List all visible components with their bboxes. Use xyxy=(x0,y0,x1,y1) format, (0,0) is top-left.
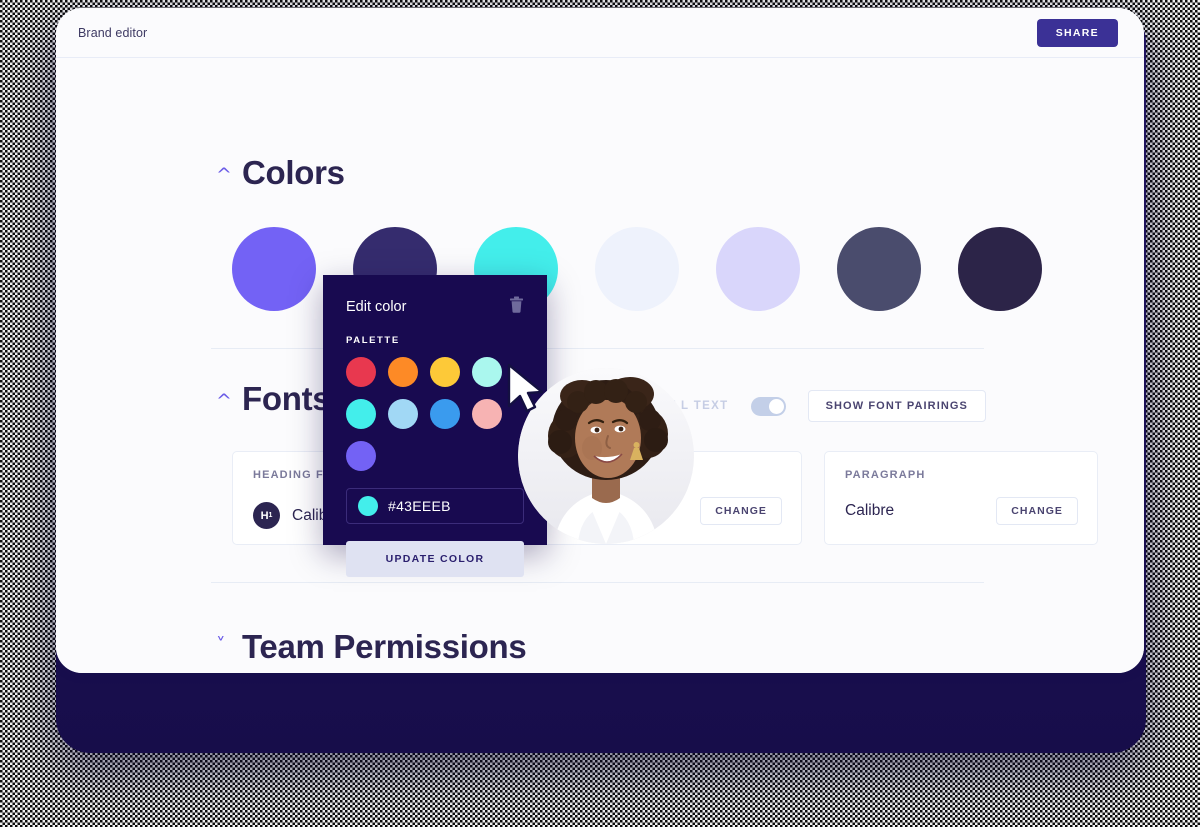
color-swatch[interactable] xyxy=(232,227,316,311)
change-subheading-font-button[interactable]: CHANGE xyxy=(700,497,782,525)
section-colors-header[interactable]: ^ Colors xyxy=(56,58,1144,192)
popup-title: Edit color xyxy=(346,299,407,315)
color-swatch[interactable] xyxy=(595,227,679,311)
popup-header: Edit color xyxy=(346,296,524,318)
palette-swatch[interactable] xyxy=(472,357,502,387)
section-team-permissions-header[interactable]: ˅ Team Permissions xyxy=(56,628,1144,666)
color-swatch[interactable] xyxy=(837,227,921,311)
chevron-up-icon[interactable]: ^ xyxy=(216,165,232,185)
page-title: Brand editor xyxy=(78,25,148,40)
palette-swatch[interactable] xyxy=(430,357,460,387)
window-topbar: Brand editor SHARE xyxy=(56,8,1144,58)
avatar-photo xyxy=(518,368,694,544)
show-font-pairings-button[interactable]: SHOW FONT PAIRINGS xyxy=(807,390,986,422)
palette-swatch[interactable] xyxy=(388,357,418,387)
section-title-team-permissions: Team Permissions xyxy=(242,628,527,665)
update-color-button[interactable]: UPDATE COLOR xyxy=(346,541,524,577)
app-window: Brand editor SHARE ^ Colors ^ Fonts USE xyxy=(56,8,1144,673)
palette-grid xyxy=(346,357,526,471)
palette-swatch[interactable] xyxy=(346,399,376,429)
palette-swatch[interactable] xyxy=(346,441,376,471)
color-swatch-row xyxy=(56,227,1144,311)
same-font-toggle[interactable] xyxy=(750,396,786,416)
edit-color-popup: Edit color PALETTE #43EEEB UPDATE COLOR xyxy=(323,275,547,577)
heading-level-icon: H1 xyxy=(253,502,280,529)
font-name: Calibre xyxy=(845,502,895,519)
chevron-down-icon[interactable]: ˅ xyxy=(216,635,228,655)
toggle-knob xyxy=(768,398,784,414)
palette-swatch[interactable] xyxy=(472,399,502,429)
section-fonts-title-group[interactable]: ^ Fonts xyxy=(56,380,331,418)
section-title-colors: Colors xyxy=(242,154,345,191)
badge-letter: H xyxy=(260,509,269,522)
share-button[interactable]: SHARE xyxy=(1036,19,1118,47)
badge-subscript: 1 xyxy=(268,512,273,519)
palette-swatch[interactable] xyxy=(346,357,376,387)
hex-value: #43EEEB xyxy=(388,498,451,514)
palette-label: PALETTE xyxy=(346,335,400,346)
font-card-label: PARAGRAPH xyxy=(845,469,926,481)
color-swatch[interactable] xyxy=(716,227,800,311)
change-paragraph-font-button[interactable]: CHANGE xyxy=(996,497,1078,525)
palette-swatch[interactable] xyxy=(388,399,418,429)
trash-icon[interactable] xyxy=(509,296,524,318)
font-card-paragraph: PARAGRAPH Calibre CHANGE xyxy=(824,451,1098,545)
chevron-up-icon[interactable]: ^ xyxy=(216,391,232,411)
section-title-fonts: Fonts xyxy=(242,380,331,417)
editor-content: ^ Colors ^ Fonts USE THE SAME FONT FOR A… xyxy=(56,58,1144,673)
selected-color-dot xyxy=(358,496,378,516)
hex-color-input[interactable]: #43EEEB xyxy=(346,488,524,524)
divider xyxy=(211,582,984,583)
color-swatch[interactable] xyxy=(958,227,1042,311)
palette-swatch[interactable] xyxy=(430,399,460,429)
